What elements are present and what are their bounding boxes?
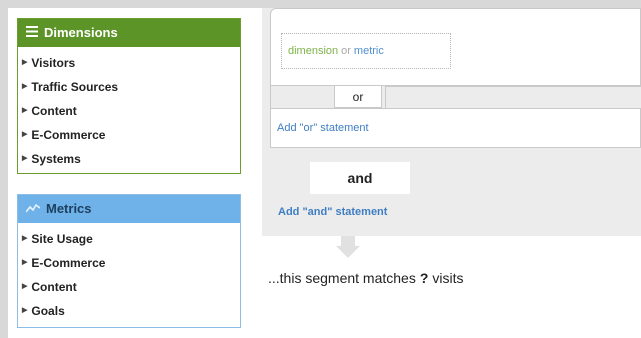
- match-summary-suffix: visits: [432, 270, 464, 286]
- expand-arrow-icon: ▶: [22, 283, 28, 290]
- window-frame-top: [0, 0, 641, 8]
- metric-link[interactable]: metric: [354, 45, 384, 57]
- list-icon: [26, 19, 38, 47]
- dimensions-panel: Dimensions ▶ Visitors ▶ Traffic Sources ▶ C…: [17, 18, 241, 174]
- dimension-item-e-commerce[interactable]: ▶ E-Commerce: [22, 123, 240, 147]
- dimension-item-content[interactable]: ▶ Content: [22, 99, 240, 123]
- expand-arrow-icon: ▶: [22, 131, 28, 138]
- metrics-panel: Metrics ▶ Site Usage ▶ E-Commerce ▶ Content…: [17, 194, 241, 328]
- chart-line-icon: [25, 195, 41, 223]
- and-connector: [262, 148, 310, 194]
- segment-match-summary: ...this segment matches ? visits: [268, 270, 464, 286]
- dimension-item-systems[interactable]: ▶ Systems: [22, 147, 240, 171]
- match-summary-prefix: ...this segment matches: [268, 270, 416, 286]
- dimension-item-traffic-sources[interactable]: ▶ Traffic Sources: [22, 75, 240, 99]
- add-and-statement-link[interactable]: Add "and" statement: [278, 206, 387, 218]
- visit-count-button[interactable]: ?: [420, 270, 429, 286]
- expand-arrow-icon: ▶: [22, 83, 28, 90]
- metric-item-goals[interactable]: ▶ Goals: [22, 299, 240, 323]
- expand-arrow-icon: ▶: [22, 107, 28, 114]
- expand-arrow-icon: ▶: [22, 259, 28, 266]
- expand-arrow-icon: ▶: [22, 235, 28, 242]
- metrics-header[interactable]: Metrics: [18, 195, 240, 223]
- condition-drop-zone[interactable]: dimension or metric: [281, 33, 451, 69]
- metrics-title: Metrics: [46, 201, 92, 216]
- condition-or-separator: or: [341, 45, 351, 57]
- metrics-list: ▶ Site Usage ▶ E-Commerce ▶ Content ▶ Goals: [18, 223, 240, 323]
- metric-item-e-commerce[interactable]: ▶ E-Commerce: [22, 251, 240, 275]
- window-frame-left: [0, 0, 8, 338]
- expand-arrow-icon: ▶: [22, 59, 28, 66]
- or-connector-right: [385, 86, 641, 108]
- add-or-statement-link[interactable]: Add "or" statement: [270, 108, 641, 148]
- metric-item-content[interactable]: ▶ Content: [22, 275, 240, 299]
- dimension-item-visitors[interactable]: ▶ Visitors: [22, 51, 240, 75]
- metric-item-site-usage[interactable]: ▶ Site Usage: [22, 227, 240, 251]
- and-label: and: [310, 162, 410, 194]
- or-statement-block: dimension or metric: [270, 8, 641, 86]
- expand-arrow-icon: ▶: [22, 155, 28, 162]
- dimensions-title: Dimensions: [44, 25, 118, 40]
- dimensions-list: ▶ Visitors ▶ Traffic Sources ▶ Content ▶ E-C…: [18, 47, 240, 171]
- or-label: or: [334, 86, 382, 108]
- down-arrow-icon: [341, 236, 355, 246]
- dimensions-header[interactable]: Dimensions: [18, 19, 240, 47]
- dimension-link[interactable]: dimension: [288, 45, 338, 57]
- expand-arrow-icon: ▶: [22, 307, 28, 314]
- or-connector-left: [270, 86, 334, 108]
- down-arrow-head: [336, 246, 360, 258]
